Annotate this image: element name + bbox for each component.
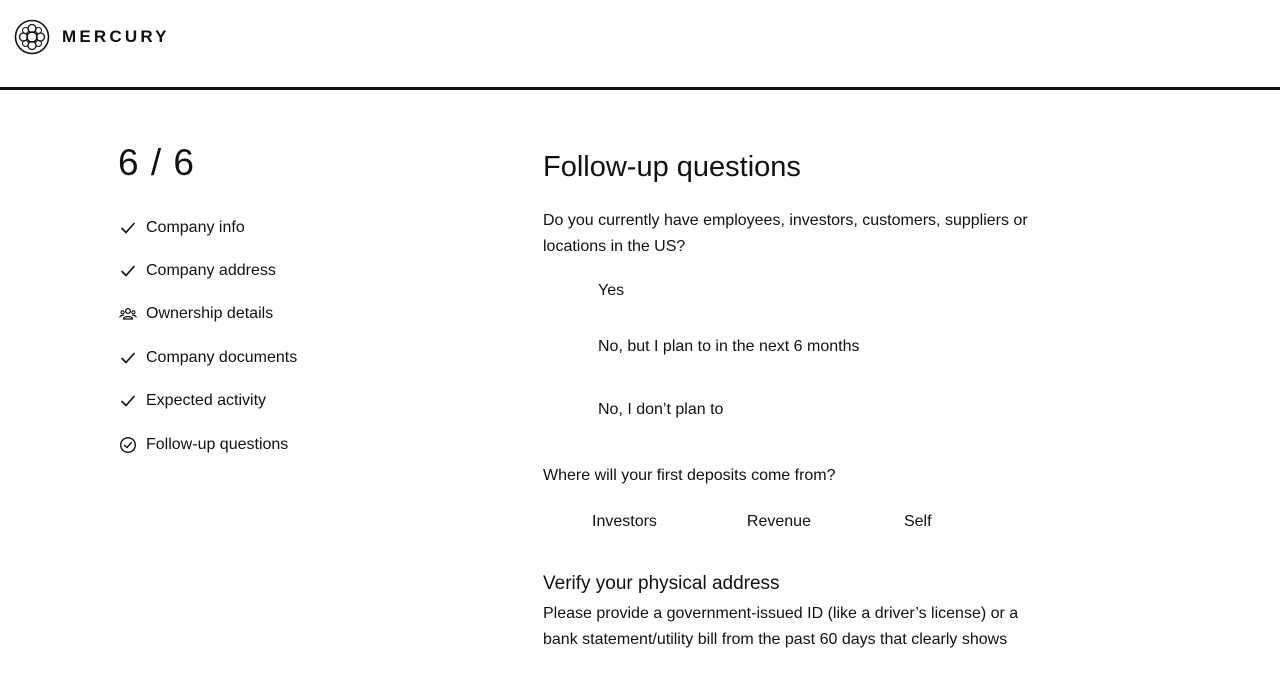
radio-option-no-plan[interactable]: No, I don’t plan to [543, 379, 1073, 442]
step-counter: 6 / 6 [118, 142, 195, 183]
check-icon [118, 348, 138, 368]
option-revenue[interactable]: Revenue [747, 513, 811, 531]
radio-option-yes[interactable]: Yes [543, 266, 1073, 316]
option-investors[interactable]: Investors [592, 513, 657, 531]
mercury-logo-icon [14, 19, 50, 55]
step-company-address[interactable]: Company address [118, 249, 297, 292]
verify-address-title: Verify your physical address [543, 573, 780, 594]
step-company-info[interactable]: Company info [118, 206, 297, 249]
radio-option-label: Yes [598, 282, 625, 299]
brand-name: MERCURY [62, 27, 170, 46]
question-text: Do you currently have employees, investo… [543, 212, 1028, 255]
question-deposit-source: Where will your first deposits come from… [543, 463, 1073, 531]
step-company-documents[interactable]: Company documents [118, 336, 297, 379]
radio-option-plan-6-months[interactable]: No, but I plan to in the next 6 months [543, 316, 1073, 379]
people-icon [118, 304, 138, 324]
radio-group-us-presence: Yes No, but I plan to in the next 6 mont… [543, 266, 1073, 441]
radio-option-label: No, I don’t plan to [598, 400, 724, 418]
check-icon [118, 391, 138, 411]
page-title: Follow-up questions [543, 151, 801, 183]
step-expected-activity[interactable]: Expected activity [118, 380, 297, 423]
verify-address-body: Please provide a government-issued ID (l… [543, 605, 1019, 648]
option-self[interactable]: Self [904, 513, 932, 531]
step-label: Ownership details [146, 305, 274, 323]
check-circle-icon [118, 435, 138, 455]
question-us-presence: Do you currently have employees, investo… [543, 208, 1073, 441]
step-label: Expected activity [146, 392, 267, 410]
top-header: MERCURY [0, 0, 1280, 90]
check-icon [118, 218, 138, 238]
radio-option-label: No, but I plan to in the next 6 months [598, 338, 860, 356]
step-ownership-details[interactable]: Ownership details [118, 293, 297, 336]
step-label: Company documents [146, 348, 298, 366]
step-label: Follow-up questions [146, 435, 289, 453]
step-label: Company info [146, 218, 245, 236]
steps-list: Company info Company address Ownership d… [118, 206, 297, 466]
main-form: Follow-up questions Do you currently hav… [543, 150, 1073, 653]
question-text: Where will your first deposits come from… [543, 467, 836, 484]
check-icon [118, 261, 138, 281]
step-follow-up-questions[interactable]: Follow-up questions [118, 423, 297, 466]
step-label: Company address [146, 262, 276, 280]
mercury-logo-link[interactable]: MERCURY [14, 19, 170, 55]
deposit-source-options: Investors Revenue Self [543, 513, 1073, 531]
